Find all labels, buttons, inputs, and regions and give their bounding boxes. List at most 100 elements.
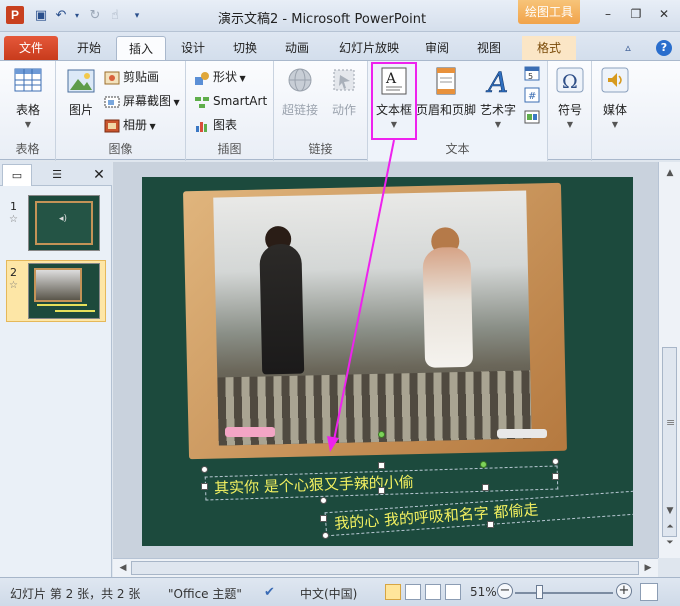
vertical-scrollbar[interactable]: ▲ ≡ ▼ ⏶ ⏷ [658,162,680,558]
tab-view[interactable]: 视图 [466,36,512,60]
chart-button[interactable]: 图表 [194,115,237,135]
dropdown-arrow-icon: ▼ [494,120,502,129]
textbox-highlight-annotation [371,62,417,140]
redo-icon[interactable]: ↻ [86,7,104,25]
help-icon[interactable]: ? [656,40,672,56]
resize-handle[interactable] [552,458,559,465]
picture-button[interactable]: 图片 [62,65,100,118]
date-time-icon[interactable]: 5 [524,65,540,81]
panel-tabs: ▭ ☰ ✕ [0,162,112,186]
group-label-text: 文本 [445,142,470,156]
tab-format[interactable]: 格式 [522,36,576,60]
zoom-level[interactable]: 51% [470,585,497,599]
restore-icon[interactable]: ❐ [624,5,648,23]
scroll-down-icon[interactable]: ▼ [662,504,678,518]
couple-photo[interactable] [213,190,532,446]
textbox-line1[interactable]: 其实你 是个心狠又手辣的小偷 [204,465,559,501]
tab-file[interactable]: 文件 [4,36,58,60]
scroll-up-icon[interactable]: ▲ [662,166,678,180]
close-icon[interactable]: ✕ [652,5,676,23]
theme-status[interactable]: "Office 主题" [168,585,242,602]
normal-view-icon[interactable] [385,584,401,600]
smartart-label: SmartArt [213,94,268,108]
customize-toolbar-icon[interactable]: ▾ [128,7,146,25]
screenshot-label: 屏幕截图 [123,94,172,108]
tab-insert[interactable]: 插入 [116,36,166,60]
rotate-handle[interactable] [480,461,487,468]
touch-mode-icon[interactable]: ☝ [106,7,124,25]
powerpoint-app-icon[interactable]: P [6,6,24,24]
slide-thumbnail-1[interactable]: ◂) [28,195,100,251]
zoom-in-icon[interactable]: + [616,583,632,599]
smartart-button[interactable]: SmartArt [194,91,267,111]
action-button[interactable]: 动作 [324,65,364,118]
shapes-button[interactable]: 形状 ▼ [194,67,246,87]
tab-home[interactable]: 开始 [64,36,114,60]
hyperlink-button[interactable]: 超链接 [278,65,322,118]
resize-handle[interactable] [322,532,329,539]
wordart-icon: A [485,66,509,97]
save-icon[interactable]: ▣ [32,7,50,25]
minimize-icon[interactable]: – [596,5,620,23]
scroll-left-icon[interactable]: ◀ [115,561,131,575]
resize-handle[interactable] [320,497,327,504]
group-tables: 表格 ▼ 表格 [0,61,56,161]
tab-slideshow[interactable]: 幻灯片放映 [332,36,406,60]
textbox-line2[interactable]: 我的心 我的呼吸和名字 都偷走 [324,489,633,537]
reading-view-icon[interactable] [425,584,441,600]
resize-handle[interactable] [487,521,494,528]
screenshot-button[interactable]: 屏幕截图 ▼ [104,91,180,111]
outline-tab-icon[interactable]: ☰ [42,164,72,186]
resize-handle[interactable] [482,484,489,491]
resize-handle[interactable] [201,483,208,490]
wordart-button[interactable]: A 艺术字 ▼ [478,65,518,129]
fit-to-window-icon[interactable] [640,583,658,601]
textbox-line2-text: 我的心 我的呼吸和名字 都偷走 [333,500,540,533]
photo-album-button[interactable]: 相册 ▼ [104,115,156,135]
dropdown-arrow-icon: ▼ [611,120,619,129]
dropdown-arrow-icon: ▼ [24,120,32,129]
table-button[interactable]: 表格 ▼ [8,65,48,129]
zoom-slider-thumb[interactable] [536,585,543,599]
zoom-slider-track[interactable] [515,592,613,594]
clipart-button[interactable]: 剪贴画 [104,67,159,87]
previous-slide-icon[interactable]: ⏶ [662,520,678,534]
resize-handle[interactable] [201,466,208,473]
close-panel-icon[interactable]: ✕ [84,164,114,186]
resize-handle[interactable] [320,515,327,522]
undo-dropdown-icon[interactable]: ▾ [68,7,86,25]
slide-thumbnail-2[interactable] [28,263,100,319]
slide-canvas[interactable]: 其实你 是个心狠又手辣的小偷 我的心 我的呼吸和名字 都偷走 [142,177,633,546]
tab-animations[interactable]: 动画 [274,36,320,60]
symbols-label: 符号 [557,103,582,117]
tab-transitions[interactable]: 切换 [222,36,268,60]
media-button[interactable]: 媒体 ▼ [595,65,635,129]
slide-number-icon[interactable]: # [524,87,540,103]
object-icon[interactable] [524,109,540,125]
tab-design[interactable]: 设计 [170,36,216,60]
spelling-check-icon[interactable]: ✔ [264,585,275,600]
header-footer-button[interactable]: 页眉和页脚 [416,65,476,118]
status-bar: 幻灯片 第 2 张，共 2 张 "Office 主题" ✔ 中文(中国) 51%… [0,577,680,606]
horizontal-scrollbar[interactable]: ◀ ▶ [113,558,658,577]
transition-star-icon: ☆ [9,280,18,291]
resize-handle[interactable] [378,462,385,469]
language-status[interactable]: 中文(中国) [300,585,357,602]
slide-number: 2 [10,266,17,279]
rotate-handle[interactable] [378,431,385,438]
white-chalk [497,429,547,438]
slides-tab-icon[interactable]: ▭ [2,164,32,186]
tab-review[interactable]: 审阅 [414,36,460,60]
slideshow-view-icon[interactable] [445,584,461,600]
zoom-out-icon[interactable]: − [497,583,513,599]
symbols-button[interactable]: Ω 符号 ▼ [550,65,590,129]
resize-handle[interactable] [552,473,559,480]
hscroll-thumb[interactable] [131,561,639,575]
ribbon-minimize-icon[interactable]: ▵ [620,40,636,56]
group-illustrations: 形状 ▼ SmartArt 图表 插图 [186,61,274,161]
scroll-right-icon[interactable]: ▶ [640,561,656,575]
next-slide-icon[interactable]: ⏷ [662,536,678,550]
thumb-photo [34,268,82,302]
slide-sorter-view-icon[interactable] [405,584,421,600]
resize-handle[interactable] [378,487,385,494]
